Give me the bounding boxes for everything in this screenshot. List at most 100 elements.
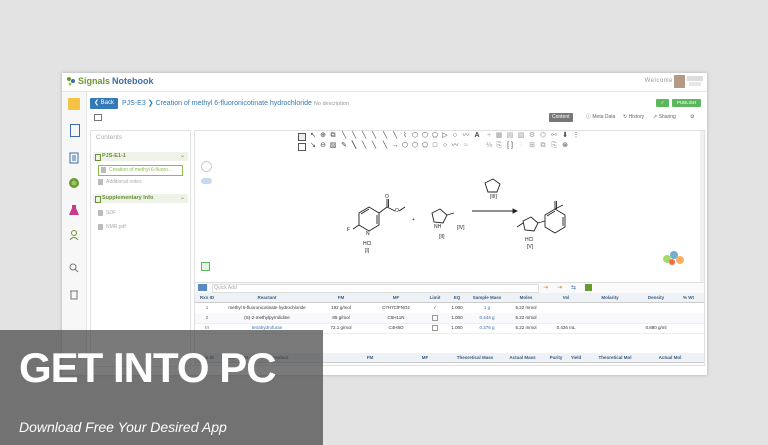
atom-map-icon[interactable]: ⅓ [485,142,493,150]
label-tool-icon[interactable]: ≈ [462,142,470,150]
contents-item-sdf[interactable]: SDF [98,209,116,218]
contents-item-notes[interactable]: Additional notes [98,178,142,187]
bold-wedge-icon[interactable]: ╲ [350,142,358,150]
trash-icon[interactable] [68,288,80,300]
column-header[interactable]: Vol [547,293,585,302]
expand-icon[interactable] [201,262,210,271]
fill-tool-icon[interactable]: ▨ [329,142,337,150]
structure-tool-icon[interactable]: ⌬ [539,132,547,140]
square-ring-icon[interactable]: □ [431,142,439,150]
table-cell-vol[interactable]: 0.426 mL [547,323,585,333]
grid-tool-icon[interactable]: ▤ [506,132,514,140]
circle-ring-icon[interactable]: ○ [441,142,449,150]
user-search-icon[interactable] [68,229,80,241]
section-supplementary-info[interactable]: Supplementary Info ⌄ [93,194,188,203]
limit-checkbox[interactable] [432,314,438,321]
chain-alt-icon[interactable]: 〰 [451,142,459,150]
copy-tool-icon[interactable]: ⎘ [495,142,503,150]
table-cell-limit[interactable]: ✓ [425,303,445,313]
hash-bond-icon[interactable]: ╲ [381,132,389,140]
dash-bond-icon[interactable]: ╲ [360,142,368,150]
table-cell-mass[interactable]: 1 g [469,303,505,313]
back-button[interactable]: ❮ Back [90,98,118,109]
table-cell-mass[interactable]: 0.376 g [469,323,505,333]
table-cell-mass[interactable]: 0.444 g [469,313,505,323]
chain-tool-icon[interactable]: ⌇ [401,132,409,140]
experiment-id-link[interactable]: PJS-E3 [122,100,146,107]
check-button[interactable]: ✓ [656,99,669,107]
circle-tool-icon[interactable]: ○ [451,132,459,140]
tab-content[interactable]: Content [549,113,573,122]
column-header[interactable]: Moles [505,293,547,302]
column-header[interactable]: Actual Mass [505,353,540,362]
chain-link-icon[interactable]: ⚯ [550,132,558,140]
settings-gear-icon[interactable]: ⚙ [690,113,694,122]
column-header[interactable]: FM [315,293,367,302]
tab-sharing[interactable]: ⇗ Sharing [653,113,676,122]
template-tool-icon[interactable]: ▧ [517,132,525,140]
chevron-down-icon[interactable]: ⌄ [180,152,185,161]
table-cell-eq[interactable]: 1.000 [445,323,469,333]
column-header[interactable]: Density [635,293,677,302]
search-icon[interactable] [68,262,80,274]
group-tool-icon[interactable]: ⊞ [528,142,536,150]
column-header[interactable]: Reactant [219,293,315,302]
section-pjs-e1-1[interactable]: PJS-E1-1 ⌄ [93,152,188,161]
benzene-ring-icon[interactable]: ⬡ [401,142,409,150]
add-product-icon[interactable]: ⇆ [571,284,576,291]
flip-tool-icon[interactable]: ↘ [309,142,317,150]
page-title[interactable]: Creation of methyl 6-fluoronicotinate hy… [156,100,312,107]
column-header[interactable]: Rxn ID [195,293,219,302]
notebook-icon[interactable] [68,98,80,110]
options-tool-icon[interactable]: ⋮ [572,132,580,140]
double-bond-icon[interactable]: ╲ [350,132,358,140]
table-cell-limit[interactable] [425,313,445,323]
save-tool-icon[interactable]: ⬇ [561,132,569,140]
select-tool-icon[interactable]: ⧉ [329,132,337,140]
dative-bond-icon[interactable]: ╲ [370,142,378,150]
column-header[interactable]: FM [345,353,395,362]
orbit-tool-icon[interactable]: ⊛ [561,142,569,150]
layer-tool-icon[interactable]: ⧉ [539,142,547,150]
column-header[interactable]: Limit [425,293,445,302]
flask-icon[interactable] [68,204,80,216]
single-bond-icon[interactable]: ╲ [340,132,348,140]
cyclohexane-ring-icon[interactable]: ⬡ [411,142,419,150]
zoom-out-icon[interactable]: ⊖ [319,142,327,150]
zoom-in-icon[interactable]: ⊕ [319,132,327,140]
table-cell-limit[interactable] [425,323,445,333]
contents-item-reaction[interactable]: Creation of methyl 6-fluoro... [98,165,183,176]
triple-bond-icon[interactable]: ╲ [360,132,368,140]
avatar[interactable] [674,75,685,88]
column-header[interactable]: Theoretical Mol [590,353,640,362]
arrow-tool-icon[interactable]: → [391,142,399,150]
pen-tool-icon[interactable]: ✎ [340,142,348,150]
clipboard-icon[interactable] [68,152,80,164]
clean-tool-icon[interactable]: ⚙ [528,132,536,140]
wave-tool-icon[interactable]: 〰 [462,132,470,140]
refresh-icon[interactable] [201,161,212,172]
add-reagent-icon[interactable]: ⇥ [557,284,562,291]
tab-history[interactable]: ↻ History [623,113,644,122]
cyclopentane-ring-icon[interactable]: ⬠ [421,142,429,150]
wedge-bond-icon[interactable]: ╲ [370,132,378,140]
column-header[interactable]: Actual Mol [645,353,695,362]
crop-tool-icon[interactable] [298,143,306,151]
column-header[interactable]: MF [367,293,425,302]
lasso-tool-icon[interactable] [298,133,306,141]
column-header[interactable]: MF [405,353,445,362]
hexagon-ring-alt-icon[interactable]: ⬡ [421,132,429,140]
tab-meta-data[interactable]: ⓘ Meta Data [586,113,615,122]
bold-bond-icon[interactable]: ╲ [391,132,399,140]
copy-alt-icon[interactable]: ⎘ [550,142,558,150]
layout-icon[interactable] [94,114,102,121]
wavy-bond-icon[interactable]: ╲ [381,142,389,150]
toggle-switch[interactable] [201,178,212,184]
table-tool-icon[interactable]: ▦ [495,132,503,140]
atom-tool-icon[interactable]: + [485,132,493,140]
chevron-down-icon[interactable]: ⌄ [180,194,185,203]
tablet-icon[interactable] [70,124,80,137]
table-cell-eq[interactable]: 1.000 [445,313,469,323]
signals-notebook-logo[interactable]: Signals Notebook [66,76,154,86]
description[interactable]: No description [314,101,349,107]
